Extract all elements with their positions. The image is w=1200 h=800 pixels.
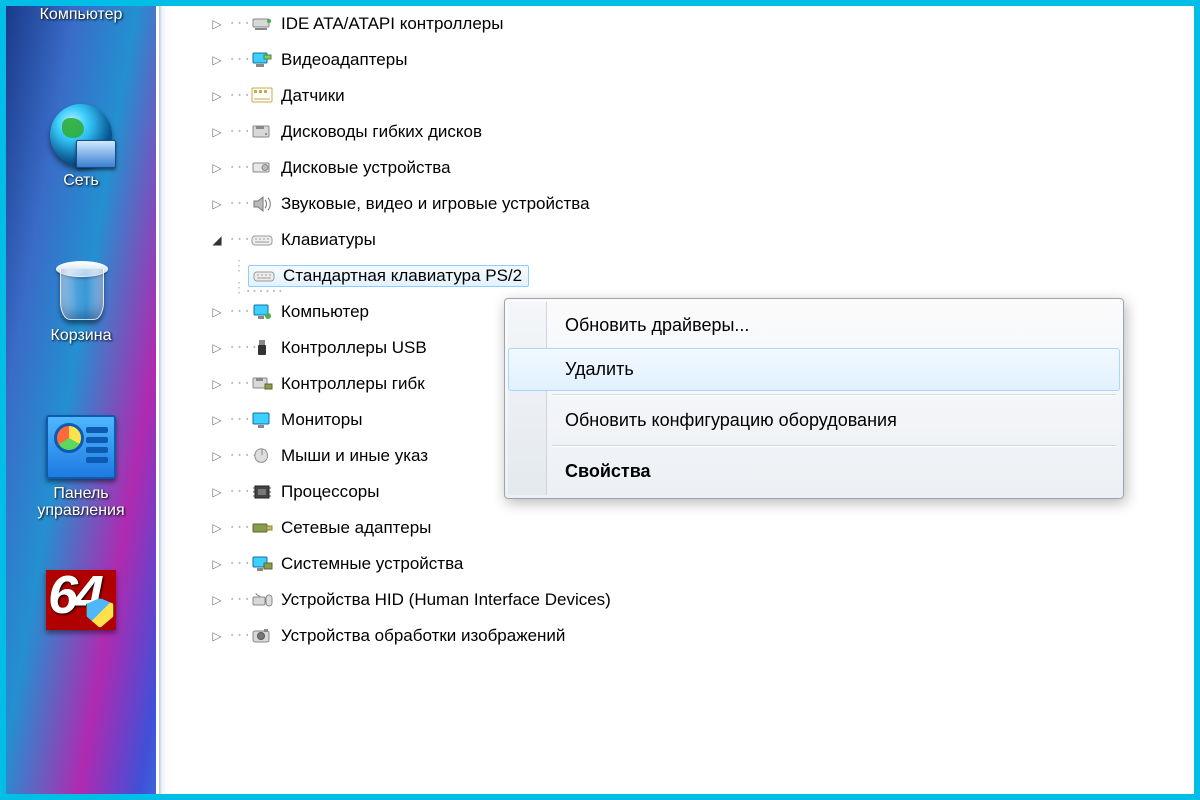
- tree-label: Видеоадаптеры: [281, 50, 407, 70]
- mice-icon: [251, 447, 273, 465]
- sensors-icon: [251, 87, 273, 105]
- expand-right-icon[interactable]: ▷: [210, 305, 224, 319]
- expand-right-icon[interactable]: ▷: [210, 449, 224, 463]
- hid-icon: [251, 591, 273, 609]
- sound-icon: [251, 195, 273, 213]
- expand-right-icon[interactable]: ▷: [210, 89, 224, 103]
- tree-label: Звуковые, видео и игровые устройства: [281, 194, 590, 214]
- tree-node-sensors[interactable]: ▷····Датчики: [176, 78, 1186, 114]
- tree-node-keyboards[interactable]: ◢····Клавиатуры: [176, 222, 1186, 258]
- floppy-icon: [251, 123, 273, 141]
- tree-label: Дисководы гибких дисков: [281, 122, 482, 142]
- recycle-bin-icon: [52, 259, 110, 323]
- globe-icon: [50, 104, 112, 166]
- tree-label: Датчики: [281, 86, 345, 106]
- desktop-icon-recycle-bin[interactable]: Корзина: [6, 259, 156, 345]
- tree-label: Процессоры: [281, 482, 379, 502]
- tree-label: Мыши и иные указ: [281, 446, 428, 466]
- imaging-icon: [251, 627, 273, 645]
- desktop-strip: Компьютер Сеть Корзина Панель управления…: [6, 6, 156, 794]
- tree-label: Стандартная клавиатура PS/2: [283, 266, 522, 286]
- tree-label: Клавиатуры: [281, 230, 376, 250]
- tree-node-net[interactable]: ▷····Сетевые адаптеры: [176, 510, 1186, 546]
- expand-right-icon[interactable]: ▷: [210, 413, 224, 427]
- video-icon: [251, 51, 273, 69]
- expand-down-icon[interactable]: ◢: [210, 233, 224, 247]
- expand-right-icon[interactable]: ▷: [210, 341, 224, 355]
- disks-icon: [251, 159, 273, 177]
- desktop-label-cpanel1: Панель: [6, 485, 156, 503]
- desktop-label-network: Сеть: [6, 172, 156, 190]
- menu-separator: [552, 394, 1116, 396]
- keyboards-icon: [253, 267, 275, 285]
- tree-label: Системные устройства: [281, 554, 463, 574]
- menu-item-properties[interactable]: Свойства: [508, 450, 1120, 493]
- tree-label: Контроллеры USB: [281, 338, 427, 358]
- menu-item-delete[interactable]: Удалить: [508, 348, 1120, 391]
- expand-right-icon[interactable]: ▷: [210, 557, 224, 571]
- tree-node-floppy[interactable]: ▷····Дисководы гибких дисков: [176, 114, 1186, 150]
- tree-label: Компьютер: [281, 302, 369, 322]
- ide-icon: [251, 15, 273, 33]
- context-menu: Обновить драйверы... Удалить Обновить ко…: [504, 298, 1124, 499]
- monitors-icon: [251, 411, 273, 429]
- expand-right-icon[interactable]: ▷: [210, 377, 224, 391]
- system-icon: [251, 555, 273, 573]
- tree-label: Устройства обработки изображений: [281, 626, 565, 646]
- tree-label: Сетевые адаптеры: [281, 518, 431, 538]
- desktop-label-cpanel2: управления: [6, 502, 156, 520]
- usb-icon: [251, 339, 273, 357]
- menu-separator: [552, 445, 1116, 447]
- computer-icon: [251, 303, 273, 321]
- tree-node-imaging[interactable]: ▷····Устройства обработки изображений: [176, 618, 1186, 654]
- expand-right-icon[interactable]: ▷: [210, 53, 224, 67]
- tree-label: IDE ATA/ATAPI контроллеры: [281, 14, 503, 34]
- desktop-icon-aida64[interactable]: 64: [6, 570, 156, 630]
- tree-label: Дисковые устройства: [281, 158, 451, 178]
- tree-label: Мониторы: [281, 410, 362, 430]
- panel-separator: [159, 6, 169, 794]
- expand-right-icon[interactable]: ▷: [210, 521, 224, 535]
- control-panel-icon: [46, 415, 116, 479]
- tree-node-kb_ps2[interactable]: Стандартная клавиатура PS/2: [176, 258, 1186, 294]
- menu-item-rescan-hardware[interactable]: Обновить конфигурацию оборудования: [508, 399, 1120, 442]
- expand-right-icon[interactable]: ▷: [210, 485, 224, 499]
- tree-node-disks[interactable]: ▷····Дисковые устройства: [176, 150, 1186, 186]
- expand-right-icon[interactable]: ▷: [210, 593, 224, 607]
- expand-right-icon[interactable]: ▷: [210, 161, 224, 175]
- tree-node-hid[interactable]: ▷····Устройства HID (Human Interface Dev…: [176, 582, 1186, 618]
- tree-node-video[interactable]: ▷····Видеоадаптеры: [176, 42, 1186, 78]
- tree-node-system[interactable]: ▷····Системные устройства: [176, 546, 1186, 582]
- desktop-icon-computer[interactable]: Компьютер: [6, 6, 156, 24]
- net-icon: [251, 519, 273, 537]
- tree-label: Устройства HID (Human Interface Devices): [281, 590, 611, 610]
- tree-node-sound[interactable]: ▷····Звуковые, видео и игровые устройств…: [176, 186, 1186, 222]
- menu-item-update-drivers[interactable]: Обновить драйверы...: [508, 304, 1120, 347]
- floppyctl-icon: [251, 375, 273, 393]
- desktop-icon-control-panel[interactable]: Панель управления: [6, 415, 156, 520]
- expand-right-icon[interactable]: ▷: [210, 629, 224, 643]
- desktop-label-computer: Компьютер: [40, 6, 123, 23]
- tree-node-ide[interactable]: ▷····IDE ATA/ATAPI контроллеры: [176, 6, 1186, 42]
- cpu-icon: [251, 483, 273, 501]
- desktop-icon-network[interactable]: Сеть: [6, 104, 156, 190]
- desktop-label-recycle: Корзина: [6, 327, 156, 345]
- aida64-icon: 64: [46, 570, 116, 630]
- keyboards-icon: [251, 231, 273, 249]
- expand-right-icon[interactable]: ▷: [210, 17, 224, 31]
- expand-right-icon[interactable]: ▷: [210, 125, 224, 139]
- tree-label: Контроллеры гибк: [281, 374, 425, 394]
- expand-right-icon[interactable]: ▷: [210, 197, 224, 211]
